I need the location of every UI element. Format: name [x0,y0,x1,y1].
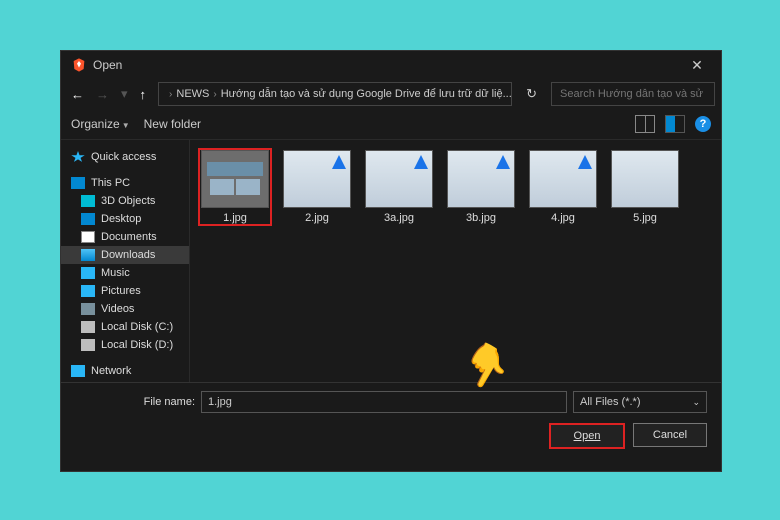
sidebar-item-local-disk-c[interactable]: Local Disk (C:) [61,318,189,336]
search-input[interactable] [558,87,708,101]
file-label: 5.jpg [633,212,657,224]
thumbnail [283,150,351,208]
new-folder-button[interactable]: New folder [144,117,201,131]
forward-button[interactable]: → [92,85,113,104]
sidebar: Quick access This PC 3D Objects Desktop … [61,140,189,382]
open-button[interactable]: Open [549,423,625,449]
sidebar-item-quick-access[interactable]: Quick access [61,148,189,166]
filename-input[interactable] [201,391,567,413]
dialog-body: Quick access This PC 3D Objects Desktop … [61,140,721,382]
file-label: 1.jpg [223,212,247,224]
organize-button[interactable]: Organize▼ [71,117,130,131]
bottom-bar: 👇 File name: All Files (*.*) ⌄ Open Canc… [61,382,721,471]
thumbnail [529,150,597,208]
file-label: 3a.jpg [384,212,414,224]
sidebar-item-downloads[interactable]: Downloads [61,246,189,264]
filename-label: File name: [75,396,195,408]
thumbnail [447,150,515,208]
chevron-right-icon: › [169,89,172,100]
cancel-button[interactable]: Cancel [633,423,707,447]
sidebar-item-documents[interactable]: Documents [61,228,189,246]
recent-button[interactable]: ▾ [117,84,132,104]
navigation-bar: ← → ▾ ↑ › NEWS › Hướng dẫn tạo và sử dụn… [61,79,721,109]
chevron-down-icon: ⌄ [692,397,700,408]
sidebar-item-3d-objects[interactable]: 3D Objects [61,192,189,210]
breadcrumb-segment[interactable]: Hướng dẫn tạo và sử dụng Google Drive để… [221,88,512,100]
filetype-dropdown[interactable]: All Files (*.*) ⌄ [573,391,707,413]
sidebar-item-pictures[interactable]: Pictures [61,282,189,300]
close-button[interactable]: ✕ [677,57,717,74]
view-layout-icon[interactable] [635,115,655,133]
thumbnail [611,150,679,208]
breadcrumb[interactable]: › NEWS › Hướng dẫn tạo và sử dụng Google… [158,82,512,106]
thumbnail [365,150,433,208]
file-label: 3b.jpg [466,212,496,224]
file-item[interactable]: 2.jpg [280,148,354,226]
help-icon[interactable]: ? [695,116,711,132]
sidebar-item-music[interactable]: Music [61,264,189,282]
open-file-dialog: Open ✕ ← → ▾ ↑ › NEWS › Hướng dẫn tạo và… [60,50,722,472]
titlebar: Open ✕ [61,51,721,79]
sidebar-item-videos[interactable]: Videos [61,300,189,318]
back-button[interactable]: ← [67,85,88,104]
file-item[interactable]: 4.jpg [526,148,600,226]
sidebar-item-network[interactable]: Network [61,362,189,380]
thumbnail [201,150,269,208]
window-title: Open [93,58,677,72]
sidebar-item-desktop[interactable]: Desktop [61,210,189,228]
file-item[interactable]: 5.jpg [608,148,682,226]
file-grid[interactable]: 1.jpg 2.jpg 3a.jpg 3b.jpg 4.jpg 5.jpg [189,140,721,382]
search-box[interactable] [551,82,715,106]
preview-pane-icon[interactable] [665,115,685,133]
refresh-button[interactable]: ↻ [526,86,537,102]
sidebar-item-local-disk-d[interactable]: Local Disk (D:) [61,336,189,354]
file-label: 2.jpg [305,212,329,224]
file-label: 4.jpg [551,212,575,224]
file-item[interactable]: 3a.jpg [362,148,436,226]
up-button[interactable]: ↑ [136,85,151,104]
sidebar-item-this-pc[interactable]: This PC [61,174,189,192]
chevron-right-icon: › [213,89,216,100]
file-item[interactable]: 3b.jpg [444,148,518,226]
brave-icon [71,57,87,73]
file-item[interactable]: 1.jpg [198,148,272,226]
breadcrumb-segment[interactable]: NEWS [176,88,209,100]
toolbar: Organize▼ New folder ? [61,109,721,140]
